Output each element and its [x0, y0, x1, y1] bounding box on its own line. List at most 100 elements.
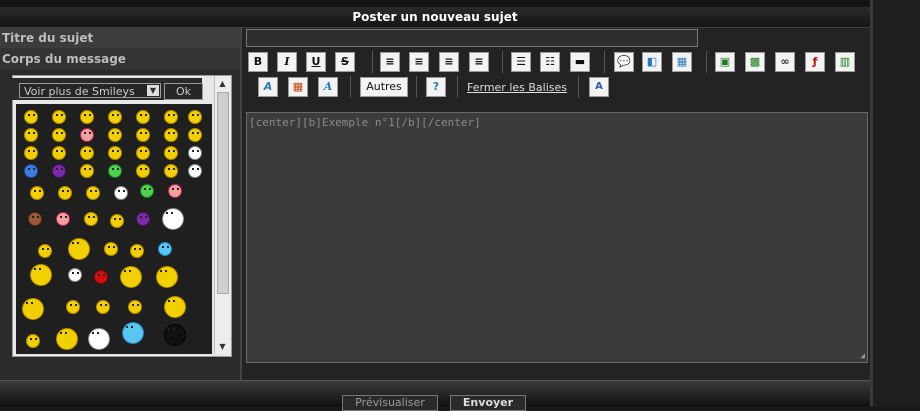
image-upload-button[interactable]: ▣ — [715, 52, 735, 72]
smiley-icon[interactable] — [88, 328, 110, 350]
smiley-ok-button[interactable]: Ok — [164, 83, 203, 100]
smiley-icon[interactable] — [136, 146, 150, 160]
smiley-icon[interactable] — [156, 266, 178, 288]
smiley-icon[interactable] — [188, 128, 202, 142]
close-tags-link[interactable]: Fermer les Balises — [467, 81, 567, 94]
smiley-icon[interactable] — [56, 328, 78, 350]
smiley-icon[interactable] — [130, 244, 144, 258]
smiley-icon[interactable] — [164, 324, 186, 346]
smiley-icon[interactable] — [120, 266, 142, 288]
send-button[interactable]: Envoyer — [450, 395, 526, 411]
smiley-icon[interactable] — [68, 268, 82, 282]
horizontal-rule-button[interactable]: ▬ — [570, 52, 590, 72]
subject-input[interactable] — [246, 29, 698, 47]
align-left-button[interactable]: ≡ — [380, 52, 400, 72]
smiley-icon[interactable] — [80, 128, 94, 142]
smiley-icon[interactable] — [80, 164, 94, 178]
smiley-icon[interactable] — [80, 110, 94, 124]
smiley-icon[interactable] — [188, 110, 202, 124]
smiley-icon[interactable] — [108, 110, 122, 124]
smiley-icon[interactable] — [108, 146, 122, 160]
smiley-scrollbar[interactable]: ▲ ▼ — [214, 76, 230, 354]
smiley-icon[interactable] — [26, 334, 40, 348]
clear-format-button[interactable]: A — [589, 77, 609, 97]
code-button[interactable]: ◧ — [642, 52, 662, 72]
smiley-icon[interactable] — [84, 212, 98, 226]
smiley-icon[interactable] — [38, 244, 52, 258]
smiley-icon[interactable] — [24, 110, 38, 124]
smiley-icon[interactable] — [136, 110, 150, 124]
smiley-icon[interactable] — [168, 184, 182, 198]
table-button[interactable]: ▦ — [672, 52, 692, 72]
smiley-icon[interactable] — [104, 242, 118, 256]
smiley-icon[interactable] — [80, 146, 94, 160]
help-button[interactable]: ? — [426, 77, 446, 97]
smiley-icon[interactable] — [164, 296, 186, 318]
smiley-icon[interactable] — [114, 186, 128, 200]
quote-bubble-icon: 💬 — [617, 55, 631, 68]
smiley-icon[interactable] — [136, 128, 150, 142]
font-size-button[interactable]: A — [318, 77, 338, 97]
smiley-icon[interactable] — [136, 212, 150, 226]
smiley-icon[interactable] — [66, 300, 80, 314]
smiley-icon[interactable] — [162, 208, 184, 230]
message-textarea[interactable]: [center][b]Exemple n°1[/b][/center] ◢ — [246, 112, 868, 363]
flash-button[interactable]: ƒ — [805, 52, 825, 72]
smiley-icon[interactable] — [108, 128, 122, 142]
smiley-icon[interactable] — [24, 128, 38, 142]
smiley-icon[interactable] — [136, 164, 150, 178]
smiley-icon[interactable] — [52, 110, 66, 124]
quote-button[interactable]: 💬 — [614, 52, 634, 72]
smiley-icon[interactable] — [86, 186, 100, 200]
image-upload-icon: ▣ — [719, 55, 731, 68]
scroll-down-icon[interactable]: ▼ — [217, 341, 228, 352]
smiley-icon[interactable] — [94, 270, 108, 284]
smiley-icon[interactable] — [22, 298, 44, 320]
image-button[interactable]: ▩ — [745, 52, 765, 72]
smiley-icon[interactable] — [58, 186, 72, 200]
smiley-icon[interactable] — [122, 322, 144, 344]
smiley-icon[interactable] — [52, 128, 66, 142]
smiley-select[interactable]: Voir plus de Smileys ▼ — [19, 83, 161, 98]
color-palette-button[interactable]: ▦ — [288, 77, 308, 97]
preview-button[interactable]: Prévisualiser — [342, 395, 438, 411]
smiley-icon[interactable] — [30, 186, 44, 200]
smiley-icon[interactable] — [164, 128, 178, 142]
video-button[interactable]: ▥ — [835, 52, 855, 72]
scrollbar-thumb[interactable] — [217, 92, 229, 294]
font-color-button[interactable]: A — [258, 77, 278, 97]
resize-grip-icon[interactable]: ◢ — [860, 351, 865, 360]
smiley-icon[interactable] — [140, 184, 154, 198]
align-right-button[interactable]: ≡ — [439, 52, 459, 72]
smiley-icon[interactable] — [96, 300, 110, 314]
smiley-icon[interactable] — [158, 242, 172, 256]
autres-button[interactable]: Autres — [360, 77, 408, 97]
numbered-list-button[interactable]: ☷ — [540, 52, 560, 72]
smiley-icon[interactable] — [56, 212, 70, 226]
smiley-icon[interactable] — [128, 300, 142, 314]
smiley-icon[interactable] — [164, 110, 178, 124]
strike-button[interactable]: S — [335, 52, 355, 72]
smiley-icon[interactable] — [24, 164, 38, 178]
italic-button[interactable]: I — [277, 52, 297, 72]
smiley-icon[interactable] — [30, 264, 52, 286]
smiley-icon[interactable] — [28, 212, 42, 226]
scroll-up-icon[interactable]: ▲ — [217, 78, 228, 89]
smiley-icon[interactable] — [52, 146, 66, 160]
link-button[interactable]: ∞ — [775, 52, 795, 72]
smiley-icon[interactable] — [110, 214, 124, 228]
underline-button[interactable]: U — [306, 52, 326, 72]
smiley-icon[interactable] — [164, 146, 178, 160]
bold-button[interactable]: B — [248, 52, 268, 72]
smiley-icon[interactable] — [68, 238, 90, 260]
toolbar-divider — [457, 76, 458, 98]
align-justify-button[interactable]: ≡ — [469, 52, 489, 72]
smiley-icon[interactable] — [108, 164, 122, 178]
smiley-icon[interactable] — [188, 146, 202, 160]
smiley-icon[interactable] — [24, 146, 38, 160]
smiley-icon[interactable] — [188, 164, 202, 178]
bullet-list-button[interactable]: ☰ — [511, 52, 531, 72]
align-center-button[interactable]: ≡ — [409, 52, 429, 72]
smiley-icon[interactable] — [52, 164, 66, 178]
smiley-icon[interactable] — [164, 164, 178, 178]
